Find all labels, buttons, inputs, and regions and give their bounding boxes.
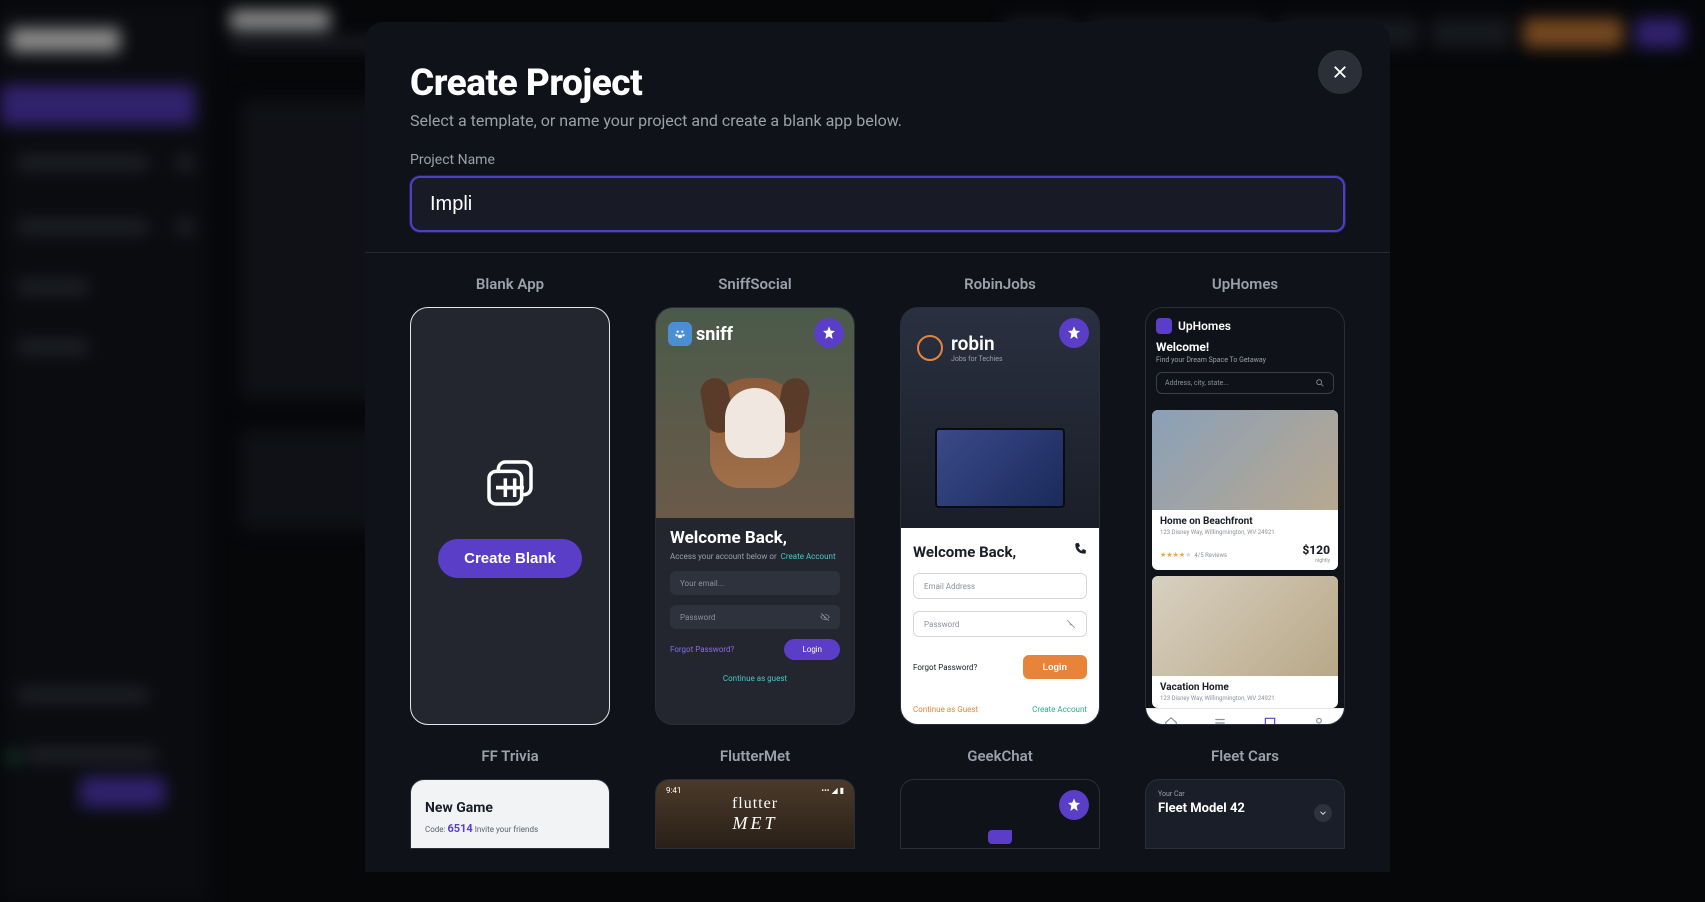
modal-title: Create Project (410, 62, 1345, 105)
create-blank-button[interactable]: Create Blank (438, 539, 582, 578)
star-icon (1066, 325, 1082, 341)
password-field: Password (913, 611, 1087, 637)
password-field: Password (670, 605, 840, 629)
welcome-heading: Welcome Back, (913, 543, 1016, 561)
laptop-image (925, 428, 1075, 528)
star-icon (821, 325, 837, 341)
create-project-modal: Create Project Select a template, or nam… (365, 22, 1390, 872)
template-card-sniffsocial[interactable]: sniff Welcome Back, Access your account … (655, 307, 855, 725)
login-button: Login (784, 639, 840, 660)
create-account-link: Create Account (781, 552, 836, 561)
star-rating: ★★★★★ (1160, 551, 1191, 559)
logo-icon (1156, 318, 1172, 334)
project-name-label: Project Name (410, 152, 1345, 168)
templates-grid: Blank App Create Blank SniffSocial sniff (365, 253, 1390, 747)
login-button: Login (1023, 655, 1088, 679)
template-title: UpHomes (1212, 275, 1278, 293)
template-card-blank[interactable]: Create Blank (410, 307, 610, 725)
continue-guest-link: Continue as guest (670, 674, 840, 683)
sniff-logo: sniff (668, 322, 733, 346)
template-fftrivia: FF Trivia New Game Code: 6514 Invite you… (410, 747, 610, 849)
search-field: Address, city, state... (1156, 372, 1334, 394)
featured-badge (1059, 318, 1089, 348)
eye-off-icon (1066, 619, 1076, 629)
uphomes-logo: UpHomes (1156, 318, 1334, 334)
template-title: RobinJobs (964, 275, 1036, 293)
template-uphomes: UpHomes UpHomes Welcome! Find your Dream… (1145, 275, 1345, 725)
template-title: FlutterMet (720, 747, 790, 765)
car-model: Fleet Model 42 (1158, 801, 1332, 816)
robin-logo: robinJobs for Techies (917, 332, 1003, 363)
forgot-password-link: Forgot Password? (913, 663, 977, 672)
template-geekchat: GeekChat (900, 747, 1100, 849)
expand-button (1314, 804, 1332, 822)
template-fleetcars: Fleet Cars Your Car Fleet Model 42 (1145, 747, 1345, 849)
list-icon (1213, 716, 1227, 726)
add-stack-icon (482, 455, 538, 511)
new-game-heading: New Game (425, 800, 595, 816)
close-icon (1331, 63, 1349, 81)
featured-badge (1059, 790, 1089, 820)
home-icon (1164, 716, 1178, 726)
template-blank: Blank App Create Blank (410, 275, 610, 725)
globe-icon (917, 335, 943, 361)
listing-image (1152, 410, 1338, 510)
search-icon (1315, 378, 1325, 388)
template-card-robinjobs[interactable]: robinJobs for Techies Welcome Back, Emai… (900, 307, 1100, 725)
modal-subtitle: Select a template, or name your project … (410, 111, 1345, 130)
phone-icon (1073, 542, 1087, 556)
continue-guest-link: Continue as Guest (913, 705, 978, 714)
forgot-password-link: Forgot Password? (670, 645, 734, 654)
chat-logo-icon (988, 830, 1012, 844)
listing-card: Home on Beachfront 123 Disney Way, Willi… (1152, 410, 1338, 570)
create-account-link: Create Account (1032, 705, 1087, 714)
chevron-down-icon (1318, 808, 1328, 818)
template-card-geekchat[interactable] (900, 779, 1100, 849)
template-robinjobs: RobinJobs robinJobs for Techies Welcome … (900, 275, 1100, 725)
dog-image (695, 358, 815, 508)
close-button[interactable] (1318, 50, 1362, 94)
featured-badge (814, 318, 844, 348)
star-icon (1066, 797, 1082, 813)
template-card-fleetcars[interactable]: Your Car Fleet Model 42 (1145, 779, 1345, 849)
email-field: Email Address (913, 573, 1087, 599)
welcome-heading: Welcome! (1156, 340, 1334, 354)
template-fluttermet: FlutterMet 9:41••• ◢ ▮ flutter MET (655, 747, 855, 849)
signal-icons: ••• ◢ ▮ (821, 786, 844, 795)
paw-icon (668, 322, 692, 346)
template-sniffsocial: SniffSocial sniff Welcome Back, Access y… (655, 275, 855, 725)
welcome-heading: Welcome Back, (670, 528, 840, 548)
chat-icon (1263, 716, 1277, 726)
template-card-fftrivia[interactable]: New Game Code: 6514 Invite your friends (410, 779, 610, 849)
template-title: SniffSocial (718, 275, 791, 293)
template-title: GeekChat (967, 747, 1033, 765)
bottom-nav (1146, 708, 1344, 725)
listing-image (1152, 576, 1338, 676)
user-icon (1312, 716, 1326, 726)
eye-off-icon (820, 612, 830, 622)
project-name-input[interactable] (410, 176, 1345, 232)
template-card-fluttermet[interactable]: 9:41••• ◢ ▮ flutter MET (655, 779, 855, 849)
email-field: Your email... (670, 571, 840, 595)
game-code: 6514 (447, 822, 472, 835)
templates-grid-row2: FF Trivia New Game Code: 6514 Invite you… (365, 747, 1390, 849)
template-title: Blank App (476, 275, 544, 293)
template-card-uphomes[interactable]: UpHomes Welcome! Find your Dream Space T… (1145, 307, 1345, 725)
template-title: Fleet Cars (1211, 747, 1279, 765)
listing-card: Vacation Home 123 Disney Way, Willingmin… (1152, 576, 1338, 708)
template-title: FF Trivia (481, 747, 538, 765)
